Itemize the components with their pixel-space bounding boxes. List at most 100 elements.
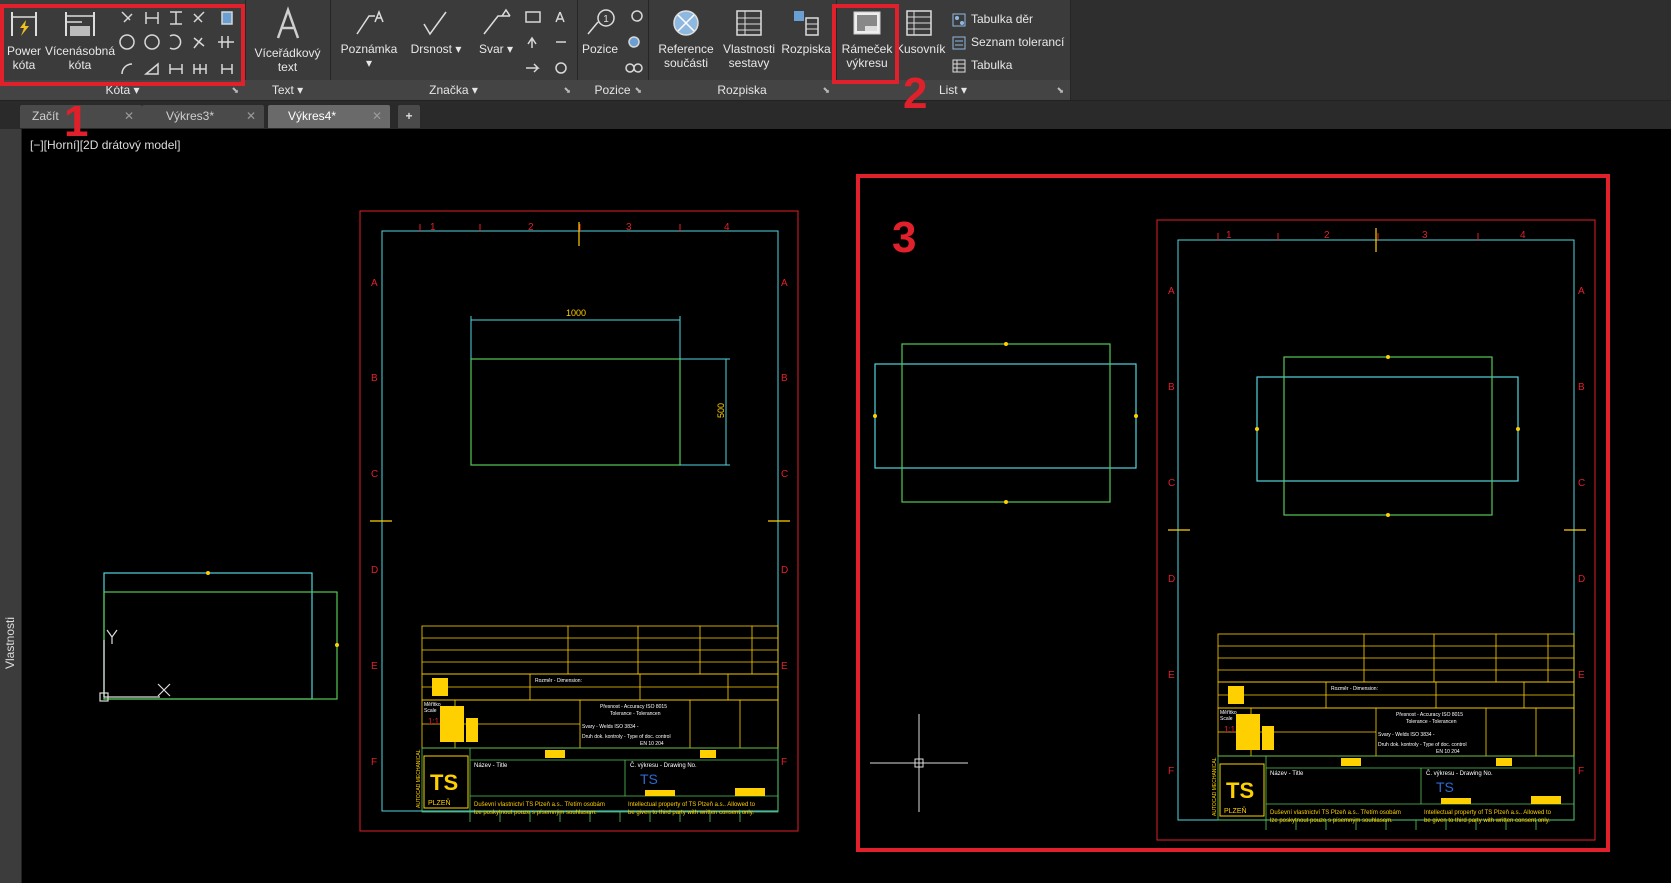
parts-list-icon — [794, 11, 819, 36]
balloon-tools[interactable] — [623, 8, 645, 78]
sheet1-row-b: B — [371, 373, 378, 384]
text-a-icon — [276, 6, 299, 39]
tb1-druh: Druh dok. kontroly - Type of doc. contro… — [582, 734, 671, 740]
panel-expand-icon[interactable]: ⬊ — [1056, 80, 1064, 100]
tb1-title-label: Název - Title — [474, 763, 508, 769]
panel-text: Víceřádkový text Text ▾ — [245, 0, 331, 100]
tb1-line1: Duševní vlastnictví TS Plzeň a.s.. Třetí… — [474, 802, 605, 808]
panel-expand-icon[interactable]: ⬊ — [563, 80, 571, 100]
reference-label2: součásti — [663, 56, 709, 70]
rozpiska-label: Rozpiska — [781, 42, 831, 56]
svar-label: Svar — [478, 42, 504, 56]
rozpiska-button[interactable]: Rozpiska — [778, 8, 834, 56]
tb1-tolerance: Tolerance - Tolerancen — [610, 711, 661, 717]
sheet1-row-a-r: A — [781, 278, 788, 289]
tb1-scale: Scale — [424, 708, 437, 714]
ts-logo-1: TS — [430, 770, 458, 795]
tolerance-list-icon — [952, 36, 966, 50]
tb1-drawno-label: Č. výkresu - Drawing No. — [630, 762, 697, 769]
kusovnik-button[interactable]: Kusovník — [896, 8, 946, 56]
kusovnik-label: Kusovník — [896, 42, 946, 56]
drsnost-button[interactable]: Drsnost ▾ — [408, 8, 464, 56]
seznam-toleranci-button[interactable]: Seznam tolerancí — [952, 32, 1064, 52]
panel-rozpiska-label[interactable]: Rozpiska ⬊ — [648, 80, 836, 100]
close-icon[interactable]: ✕ — [124, 105, 134, 128]
part-reference-icon — [673, 10, 699, 36]
sheet1-row-e-r: E — [781, 661, 788, 672]
sheet1-row-f-r: F — [781, 757, 787, 768]
panel-rozpiska-title: Rozpiska — [717, 83, 767, 97]
hole-table-icon — [952, 13, 966, 27]
tab-vykres4[interactable]: Výkres4* ✕ — [268, 105, 390, 128]
table-icon — [952, 59, 966, 73]
dimension-width-text: 1000 — [566, 308, 586, 318]
panel-pozice-title: Pozice — [594, 83, 631, 97]
symbol-tools-grid[interactable] — [524, 8, 574, 78]
tab-vykres3-label: Výkres3* — [166, 109, 215, 123]
highlight-drawing-area — [856, 174, 1610, 852]
annotation-number-1: 1 — [64, 97, 89, 146]
tb1-svary: Svary - Welds ISO 3834 - — [582, 724, 639, 730]
panel-pozice-label[interactable]: Pozice ⬊ — [577, 80, 648, 100]
poznamka-button[interactable]: Poznámka ▾ — [336, 8, 402, 70]
tb1-en: EN 10 204 — [640, 741, 664, 747]
panel-rozpiska: Reference součásti Vlastnosti sestavy Ro… — [648, 0, 837, 100]
sheet1-row-f: F — [371, 757, 377, 768]
annotation-number-2: 2 — [903, 69, 928, 118]
viceradkovy-text-button[interactable]: Víceřádkový text — [245, 6, 330, 74]
vlastnosti-sestavy-button[interactable]: Vlastnosti sestavy — [722, 8, 776, 70]
sheet1-col-4: 4 — [724, 222, 730, 233]
roughness-icon — [423, 11, 447, 36]
drsnost-label: Drsnost — [410, 42, 452, 56]
tb1-rozmer: Rozměr - Dimension: — [535, 678, 582, 684]
sheet1-col-1: 1 — [430, 222, 436, 233]
reference-soucasti-button[interactable]: Reference součásti — [654, 8, 718, 70]
tabulka-der-label: Tabulka děr — [971, 12, 1034, 26]
new-tab-button[interactable]: + — [398, 105, 420, 128]
close-icon[interactable]: ✕ — [372, 105, 382, 128]
tb1-ts: TS — [640, 771, 658, 787]
panel-pozice: 1 Pozice Pozice ⬊ — [577, 0, 649, 100]
sheet1-row-c-r: C — [781, 469, 788, 480]
seznam-label: Seznam tolerancí — [971, 35, 1065, 49]
tab-zacit-label: Začít — [32, 109, 59, 123]
dimension-height-text: 500 — [716, 403, 726, 418]
close-icon[interactable]: ✕ — [246, 105, 256, 128]
sheet1-row-b-r: B — [781, 373, 788, 384]
panel-text-title: Text — [271, 83, 294, 97]
properties-palette-collapsed[interactable]: Vlastnosti — [0, 129, 22, 883]
tb1-line3: Intellectual property of TS Plzeň a.s.. … — [628, 802, 756, 808]
sheet1-row-d: D — [371, 565, 378, 576]
tb1-line4: be given to third party with written con… — [628, 810, 754, 816]
sheet1-row-e: E — [371, 661, 378, 672]
tab-vykres3[interactable]: Výkres3* ✕ — [142, 105, 264, 128]
panel-text-label[interactable]: Text ▾ — [245, 80, 330, 100]
vlastnosti-label1: Vlastnosti — [722, 42, 776, 56]
svar-button[interactable]: Svar ▾ — [468, 8, 524, 56]
weld-icon — [483, 8, 511, 35]
document-tabs: Začít ✕ Výkres3* ✕ Výkres4* ✕ + — [0, 101, 1671, 129]
viceradkovy-text-label2: text — [277, 60, 298, 74]
pozice-button[interactable]: 1 Pozice — [579, 8, 621, 56]
tb1-logo-side: AUTOCAD MECHANICAL — [416, 749, 422, 808]
panel-znacka-title: Značka — [429, 83, 469, 97]
panel-expand-icon[interactable]: ⬊ — [634, 80, 642, 100]
ribbon-empty-area — [1070, 0, 1671, 100]
properties-label: Vlastnosti — [3, 616, 17, 669]
tab-vykres4-label: Výkres4* — [288, 109, 337, 123]
assembly-properties-icon — [736, 10, 762, 36]
highlight-kota-tools — [0, 4, 245, 86]
leader-note-icon — [356, 9, 384, 35]
panel-expand-icon[interactable]: ⬊ — [822, 80, 830, 100]
tabulka-der-button[interactable]: Tabulka děr — [952, 9, 1033, 29]
tb1-11: 1:1 — [428, 717, 440, 726]
drawing-sheet-1: 1 2 3 4 A B C D E F A B C D E F 1000 500 — [359, 210, 799, 832]
tabulka-button[interactable]: Tabulka — [952, 55, 1012, 75]
sheet1-row-d-r: D — [781, 565, 788, 576]
panel-znacka-label[interactable]: Značka ▾ ⬊ — [330, 80, 577, 100]
sheet1-col-3: 3 — [626, 222, 632, 233]
tb1-presnost: Přesnost - Accuracy ISO 8015 — [600, 704, 667, 710]
panel-list-title: List — [938, 83, 958, 97]
pozice-label: Pozice — [581, 42, 619, 56]
reference-label1: Reference — [658, 42, 714, 56]
